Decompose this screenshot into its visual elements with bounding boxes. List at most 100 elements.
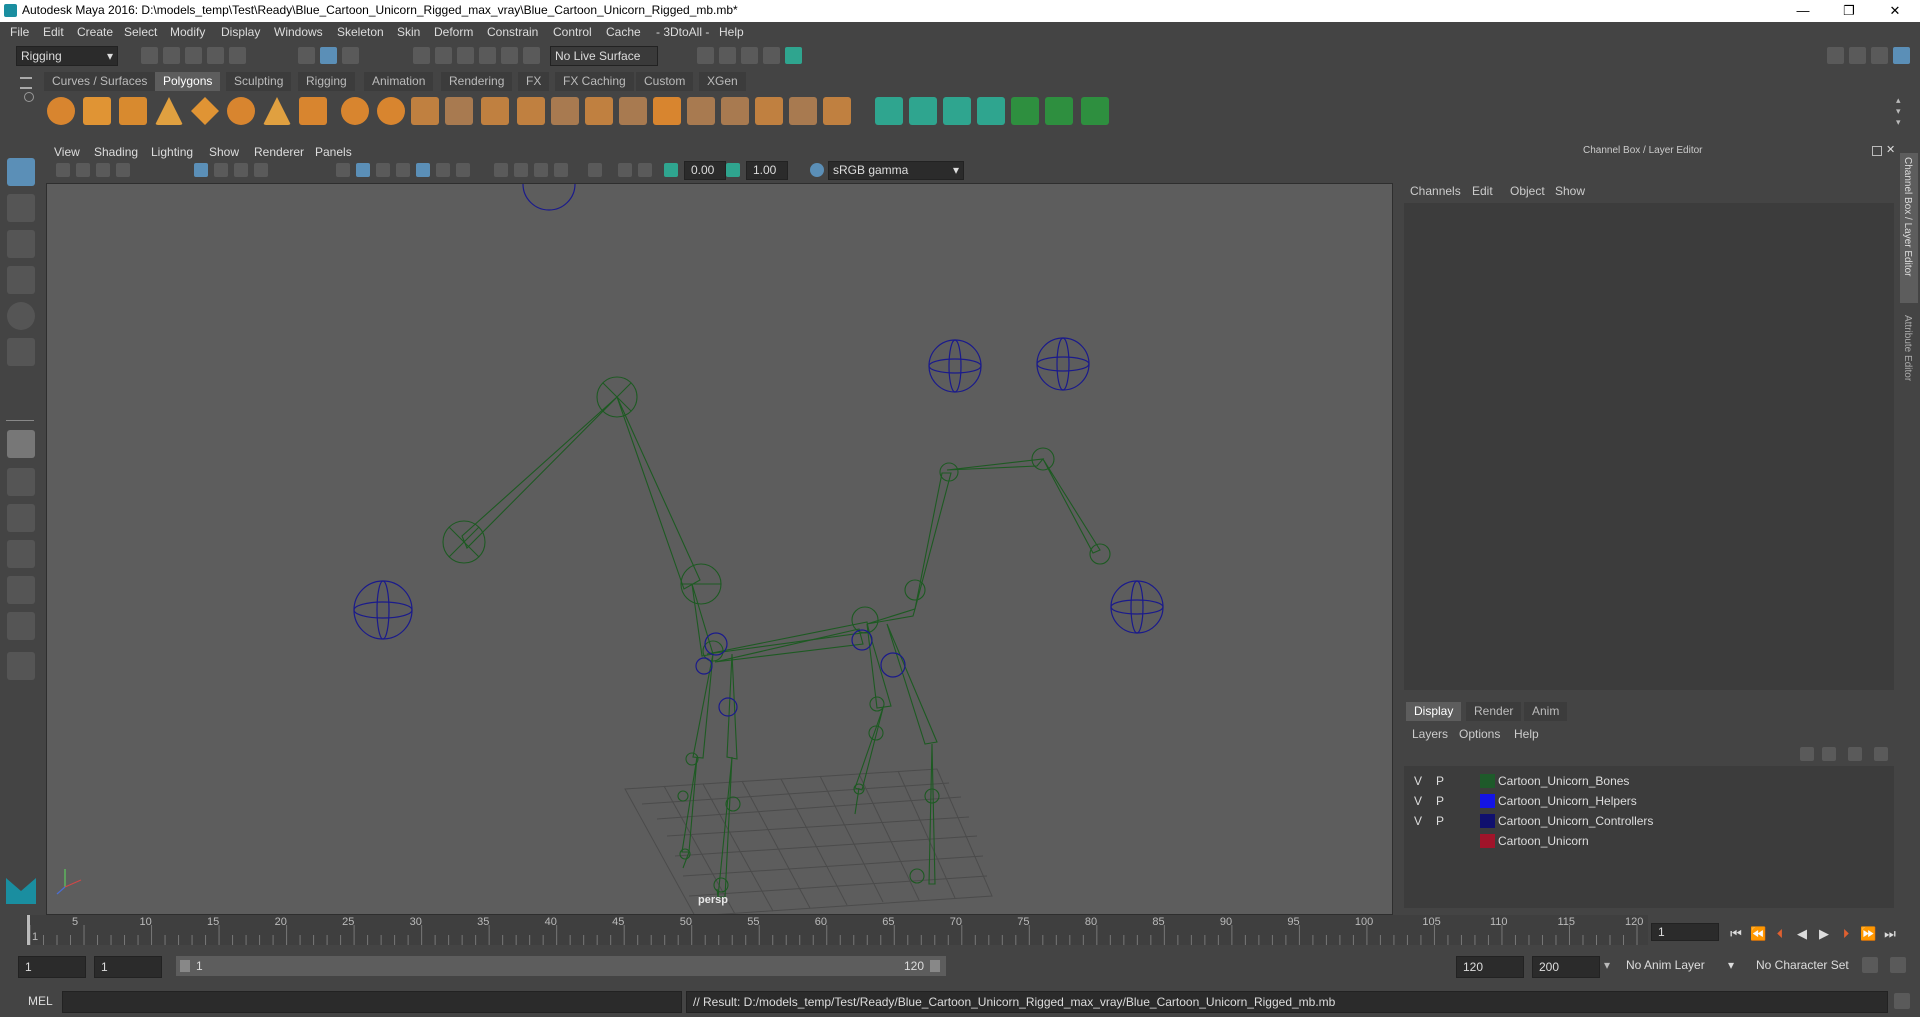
menu-edit[interactable]: Edit [43, 25, 64, 39]
offset-edge-loop-icon[interactable] [755, 97, 783, 125]
restore-button[interactable]: ❐ [1826, 0, 1872, 22]
image-plane-icon[interactable] [116, 163, 130, 177]
snap-surface-icon[interactable] [501, 47, 518, 64]
play-backwards-icon[interactable]: ◀ [1794, 926, 1810, 942]
scale-tool-icon[interactable] [7, 338, 35, 366]
move-layer-down-icon[interactable] [1822, 747, 1836, 761]
exposure-icon[interactable] [664, 163, 678, 177]
auto-key-icon[interactable] [1862, 957, 1878, 973]
ipr-render-icon[interactable] [741, 47, 758, 64]
layer-color-swatch[interactable] [1480, 794, 1495, 808]
layer-row[interactable]: V P Cartoon_Unicorn_Bones [1408, 772, 1893, 791]
panel-menu-shading[interactable]: Shading [94, 145, 138, 159]
select-object-icon[interactable] [320, 47, 337, 64]
boolean-icon[interactable] [481, 97, 509, 125]
script-mode-label[interactable]: MEL [28, 994, 53, 1008]
render-settings-icon[interactable] [763, 47, 780, 64]
layer-color-swatch[interactable] [1480, 774, 1495, 788]
motion-blur-icon[interactable] [514, 163, 528, 177]
menu-constrain[interactable]: Constrain [487, 25, 538, 39]
wireframe-icon[interactable] [336, 163, 350, 177]
open-scene-icon[interactable] [163, 47, 180, 64]
exposure-field[interactable]: 0.00 [684, 161, 726, 180]
channel-menu-edit[interactable]: Edit [1472, 184, 1493, 198]
range-end-handle-icon[interactable] [930, 960, 940, 972]
depth-of-field-icon[interactable] [554, 163, 568, 177]
layer-tab-display[interactable]: Display [1406, 702, 1462, 721]
poly-plane-icon[interactable] [191, 97, 219, 125]
layer-playback-toggle[interactable]: P [1436, 814, 1444, 828]
side-tab-channel-box[interactable]: Channel Box / Layer Editor [1900, 153, 1918, 303]
channel-menu-channels[interactable]: Channels [1410, 184, 1461, 198]
panel-menu-lighting[interactable]: Lighting [151, 145, 193, 159]
combine-icon[interactable] [341, 97, 369, 125]
shelf-tab-rendering[interactable]: Rendering [441, 72, 513, 91]
color-management-icon[interactable] [810, 163, 824, 177]
camera-icon[interactable] [56, 163, 70, 177]
layer-visibility-toggle[interactable]: V [1414, 814, 1422, 828]
layer-menu-options[interactable]: Options [1459, 727, 1500, 741]
layer-menu-help[interactable]: Help [1514, 727, 1539, 741]
close-panel-icon[interactable]: ✕ [1886, 143, 1895, 156]
shelf-tab-polygons[interactable]: Polygons [155, 72, 221, 91]
ambient-occlusion-icon[interactable] [494, 163, 508, 177]
camera-attributes-icon[interactable] [76, 163, 90, 177]
poly-cylinder-icon[interactable] [119, 97, 147, 125]
hypershade-layout-icon[interactable] [7, 612, 35, 640]
bridge-icon[interactable] [619, 97, 647, 125]
playback-end-field[interactable]: 120 [1456, 956, 1524, 978]
modeling-toolkit-icon[interactable] [1827, 47, 1844, 64]
extrude-icon[interactable] [585, 97, 613, 125]
perspective-viewport[interactable]: persp [46, 183, 1393, 915]
snap-curve-icon[interactable] [435, 47, 452, 64]
range-start-handle-icon[interactable] [180, 960, 190, 972]
lights-icon[interactable] [436, 163, 450, 177]
menu-file[interactable]: File [10, 25, 29, 39]
script-editor-icon[interactable] [1894, 993, 1910, 1009]
menu-skeleton[interactable]: Skeleton [337, 25, 384, 39]
hypershade-icon[interactable] [785, 47, 802, 64]
target-weld-icon[interactable] [789, 97, 817, 125]
xray-joints-icon[interactable] [416, 163, 430, 177]
anim-layer-dropdown[interactable]: No Anim Layer ▾ [1622, 956, 1736, 974]
layer-row[interactable]: V P Cartoon_Unicorn_Controllers [1408, 812, 1893, 831]
range-slider[interactable]: 1 120 [176, 956, 946, 976]
shelf-scroll-icon[interactable]: ▴ ▾ ▾ [1896, 95, 1901, 128]
play-forwards-icon[interactable]: ▶ [1816, 926, 1832, 942]
bevel-icon[interactable] [653, 97, 681, 125]
shelf-tab-custom[interactable]: Custom [636, 72, 694, 91]
shadows-icon[interactable] [456, 163, 470, 177]
shelf-menu-icon[interactable] [20, 77, 32, 89]
channel-box-icon[interactable] [1893, 47, 1910, 64]
menu-deform[interactable]: Deform [434, 25, 473, 39]
time-slider[interactable]: 1 5 10 15 20 25 30 35 40 45 50 55 60 65 70 75 80 85 90 95 10… [0, 915, 1920, 951]
tool-settings-icon[interactable] [1871, 47, 1888, 64]
panel-menu-panels[interactable]: Panels [315, 145, 352, 159]
history-icon[interactable] [523, 47, 540, 64]
layer-visibility-toggle[interactable]: V [1414, 794, 1422, 808]
render-icon[interactable] [719, 47, 736, 64]
layer-playback-toggle[interactable]: P [1436, 774, 1444, 788]
menu-modify[interactable]: Modify [170, 25, 205, 39]
float-panel-icon[interactable] [1872, 146, 1882, 156]
menu-3dtoall[interactable]: - 3DtoAll - [656, 25, 709, 39]
uv-snapshot-icon[interactable] [1045, 97, 1073, 125]
close-button[interactable]: ✕ [1872, 0, 1918, 22]
command-input[interactable] [62, 991, 682, 1013]
channel-menu-object[interactable]: Object [1510, 184, 1545, 198]
layer-color-swatch[interactable] [1480, 814, 1495, 828]
rotate-tool-icon[interactable] [7, 302, 35, 330]
transfer-attributes-icon[interactable] [1081, 97, 1109, 125]
menu-cache[interactable]: Cache [606, 25, 641, 39]
quad-draw-icon[interactable] [823, 97, 851, 125]
film-gate-icon[interactable] [214, 163, 228, 177]
separate-icon[interactable] [377, 97, 405, 125]
step-back-frame-icon[interactable]: ⏪ [1750, 926, 1766, 942]
new-scene-icon[interactable] [141, 47, 158, 64]
layer-tab-anim[interactable]: Anim [1524, 702, 1568, 721]
redo-icon[interactable] [229, 47, 246, 64]
menu-create[interactable]: Create [77, 25, 113, 39]
select-component-icon[interactable] [342, 47, 359, 64]
new-layer-selected-icon[interactable] [1874, 747, 1888, 761]
layer-row[interactable]: V P Cartoon_Unicorn_Helpers [1408, 792, 1893, 811]
